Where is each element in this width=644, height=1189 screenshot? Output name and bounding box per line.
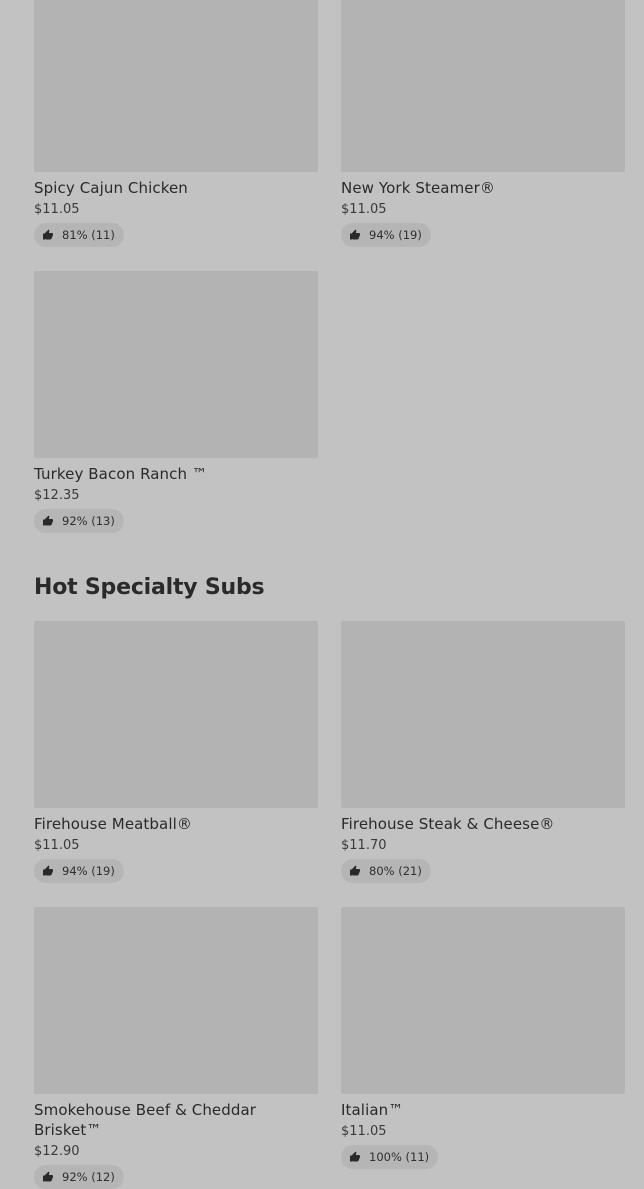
rating-badge: 94% (19) — [34, 859, 124, 883]
item-price: $12.35 — [34, 488, 80, 503]
menu-item-card[interactable]: Spicy Cajun Chicken $11.05 81% (11) — [34, 0, 318, 247]
item-price: $12.90 — [34, 1144, 80, 1159]
rating-text: 94% (19) — [62, 864, 115, 878]
item-image[interactable] — [34, 0, 318, 172]
item-name: Spicy Cajun Chicken — [34, 179, 188, 197]
rating-text: 92% (13) — [62, 514, 115, 528]
item-image[interactable] — [341, 907, 625, 1094]
rating-badge: 92% (12) — [34, 1165, 124, 1189]
item-price: $11.05 — [34, 838, 80, 853]
item-price: $11.05 — [341, 1124, 387, 1139]
rating-text: 80% (21) — [369, 864, 422, 878]
menu-item-card[interactable]: Firehouse Meatball® $11.05 94% (19) — [34, 621, 318, 883]
item-price: $11.05 — [341, 202, 387, 217]
rating-text: 92% (12) — [62, 1170, 115, 1184]
thumbs-up-icon — [43, 1171, 53, 1182]
rating-badge: 81% (11) — [34, 223, 124, 247]
rating-badge: 80% (21) — [341, 859, 431, 883]
rating-badge: 94% (19) — [341, 223, 431, 247]
item-image[interactable] — [341, 0, 625, 172]
item-price: $11.05 — [34, 202, 80, 217]
thumbs-up-icon — [350, 1151, 360, 1162]
item-price: $11.70 — [341, 838, 387, 853]
menu-item-card[interactable]: Turkey Bacon Ranch ™ $12.35 92% (13) — [34, 271, 318, 533]
item-image[interactable] — [341, 621, 625, 808]
thumbs-up-icon — [43, 865, 53, 876]
thumbs-up-icon — [350, 865, 360, 876]
menu-item-card[interactable]: Smokehouse Beef & Cheddar Brisket™ $12.9… — [34, 907, 318, 1189]
rating-badge: 92% (13) — [34, 509, 124, 533]
menu-page: Spicy Cajun Chicken $11.05 81% (11) New … — [0, 0, 644, 1189]
menu-item-card[interactable]: Italian™ $11.05 100% (11) — [341, 907, 625, 1169]
thumbs-up-icon — [43, 515, 53, 526]
item-name: New York Steamer® — [341, 179, 495, 197]
rating-text: 81% (11) — [62, 228, 115, 242]
rating-badge: 100% (11) — [341, 1145, 439, 1169]
item-name: Firehouse Meatball® — [34, 815, 192, 833]
item-image[interactable] — [34, 621, 318, 808]
item-image[interactable] — [34, 271, 318, 458]
section-title: Hot Specialty Subs — [34, 575, 265, 600]
item-image[interactable] — [34, 907, 318, 1094]
item-name: Firehouse Steak & Cheese® — [341, 815, 555, 833]
item-name: Smokehouse Beef & Cheddar Brisket™ — [34, 1101, 257, 1139]
rating-text: 94% (19) — [369, 228, 422, 242]
rating-text: 100% (11) — [369, 1150, 430, 1164]
item-name: Italian™ — [341, 1101, 404, 1119]
thumbs-up-icon — [43, 229, 53, 240]
menu-item-card[interactable]: New York Steamer® $11.05 94% (19) — [341, 0, 625, 247]
item-name: Turkey Bacon Ranch ™ — [34, 465, 208, 483]
menu-item-card[interactable]: Firehouse Steak & Cheese® $11.70 80% (21… — [341, 621, 625, 883]
thumbs-up-icon — [350, 229, 360, 240]
